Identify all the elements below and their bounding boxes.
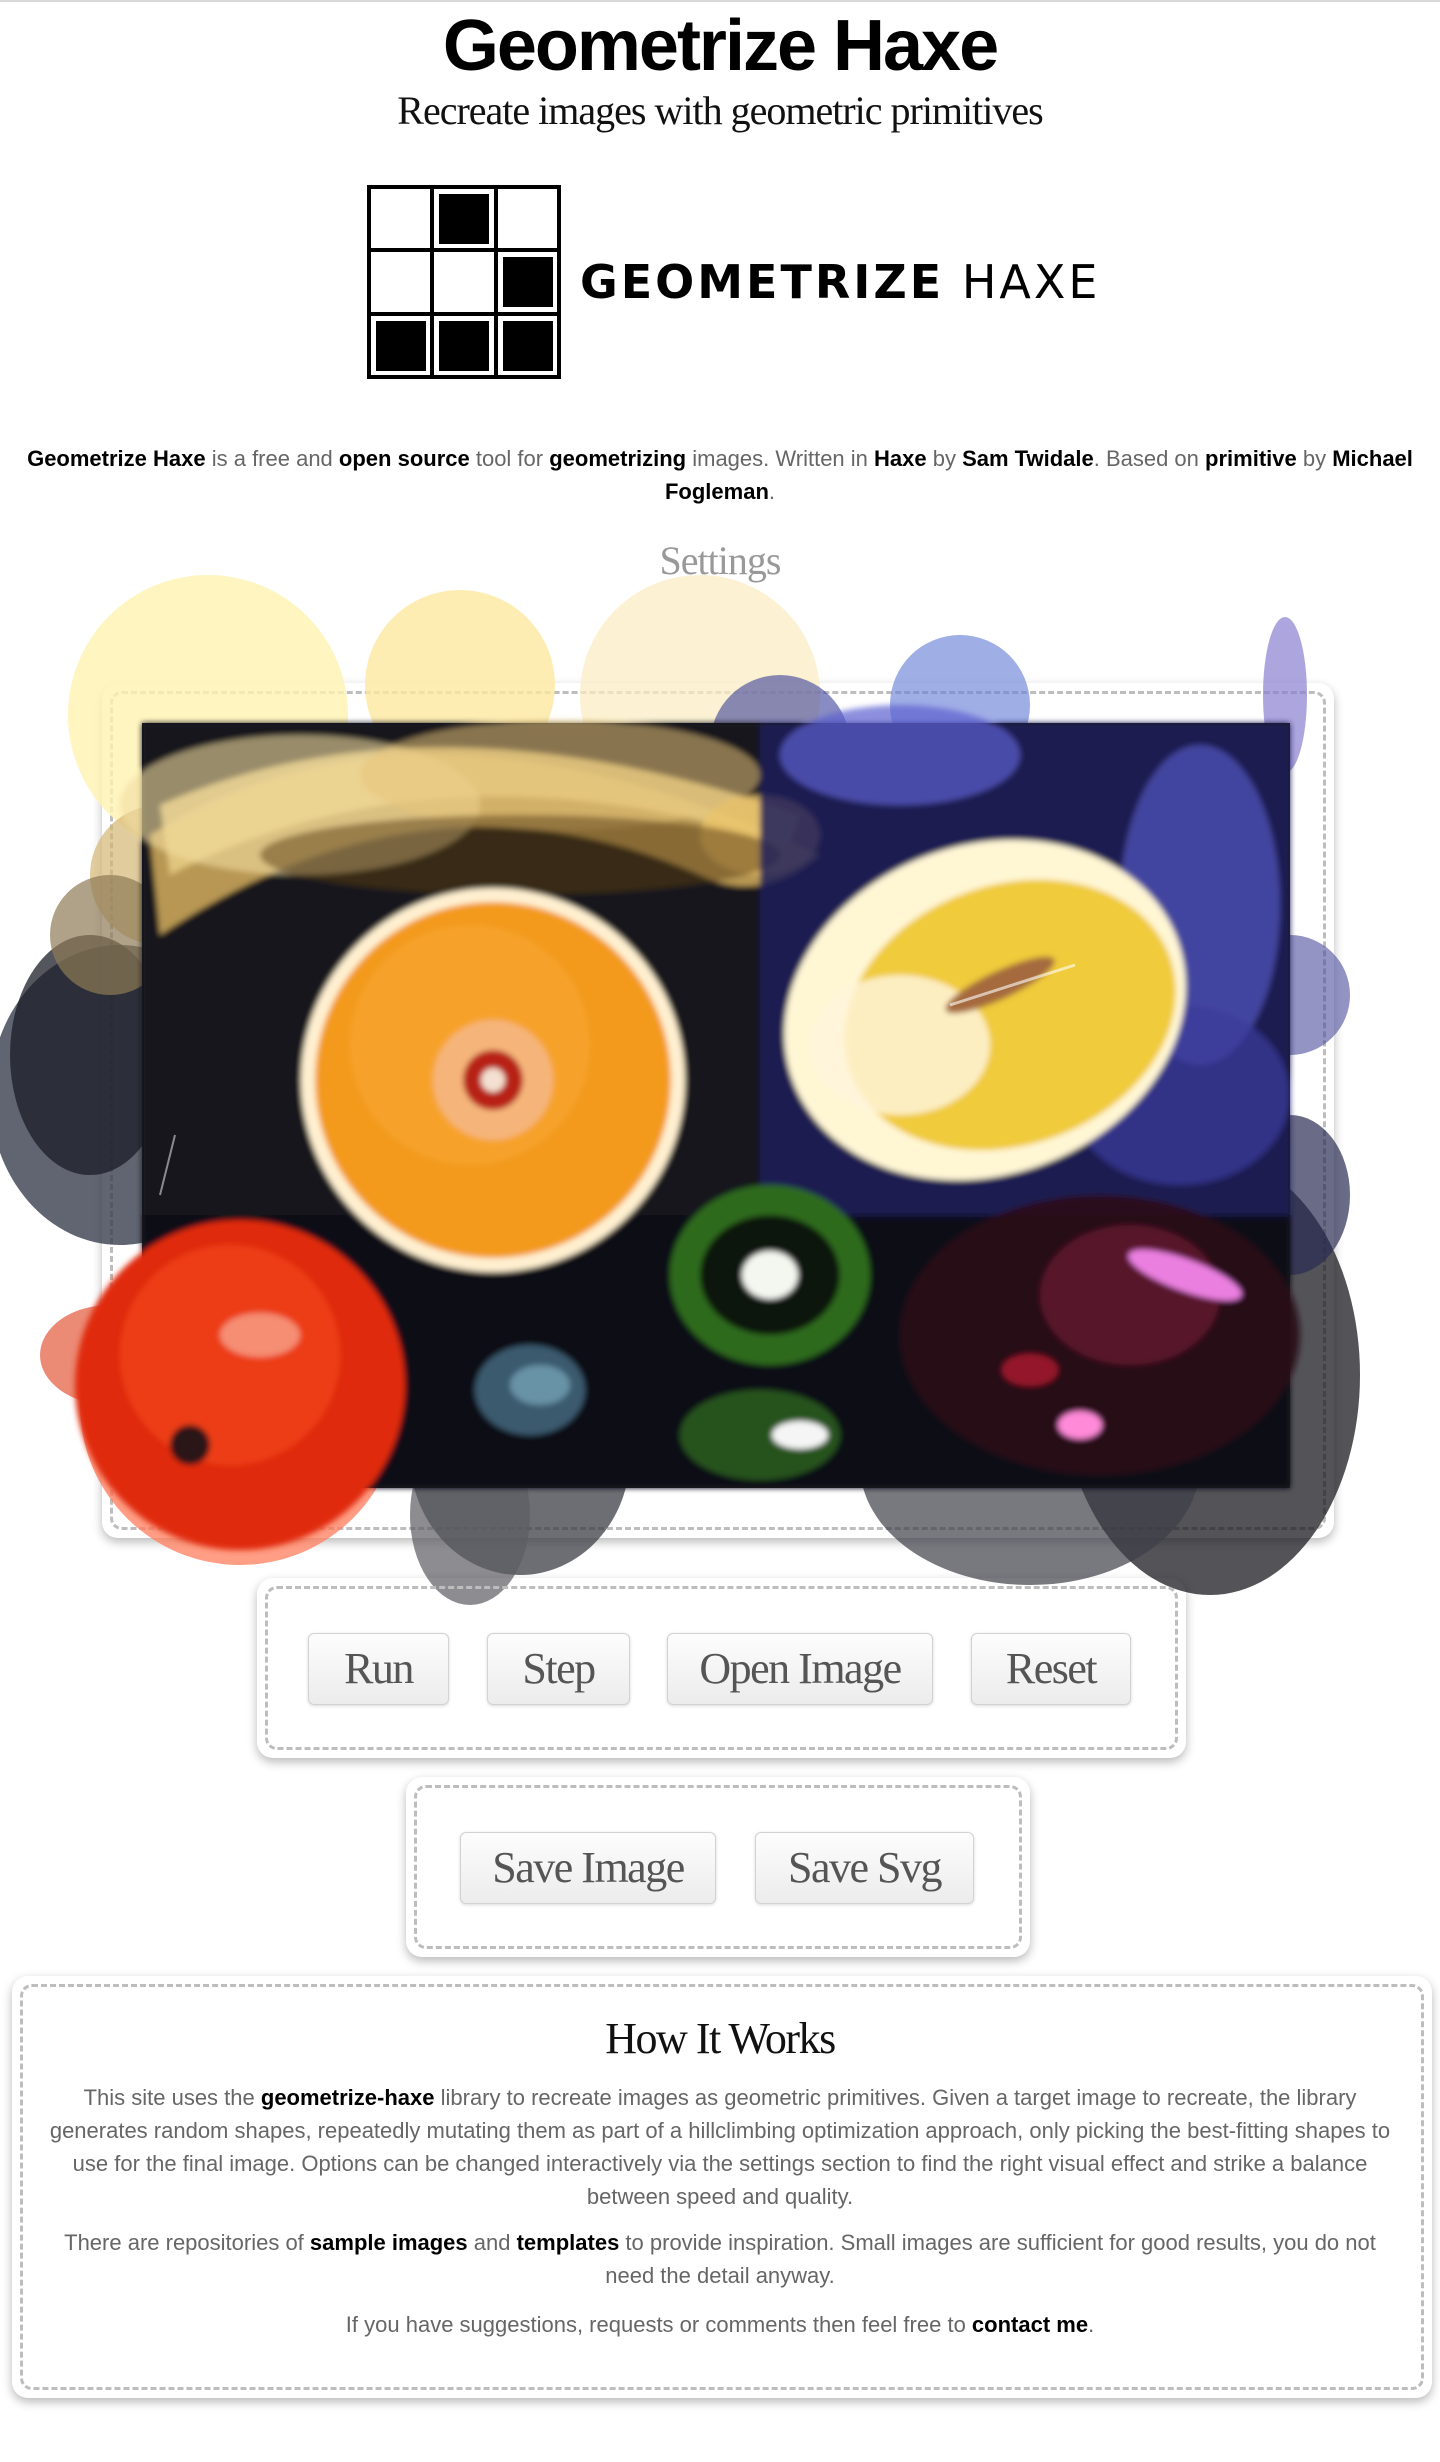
save-svg-button[interactable]: Save Svg — [755, 1832, 974, 1904]
page-title: Geometrize Haxe — [442, 6, 999, 86]
intro-name-link[interactable]: Geometrize Haxe — [27, 446, 206, 471]
step-button[interactable]: Step — [487, 1633, 630, 1705]
primitive-link[interactable]: primitive — [1205, 446, 1297, 471]
sample-images-link[interactable]: sample images — [310, 2230, 468, 2255]
author-link[interactable]: Sam Twidale — [962, 446, 1094, 471]
how-it-works-title: How It Works — [605, 2014, 836, 2063]
geometrized-canvas[interactable] — [0, 575, 1440, 1635]
haxe-link[interactable]: Haxe — [874, 446, 927, 471]
geometrize-haxe-link[interactable]: geometrize-haxe — [261, 2085, 435, 2110]
run-button[interactable]: Run — [308, 1633, 449, 1705]
save-image-button[interactable]: Save Image — [460, 1832, 716, 1904]
logo-wordmark: GEOMETRIZE HAXE — [580, 255, 1101, 309]
reset-button[interactable]: Reset — [971, 1633, 1131, 1705]
geometrizing-link[interactable]: geometrizing — [549, 446, 686, 471]
how-it-works-p3: If you have suggestions, requests or com… — [345, 2312, 1095, 2337]
top-border — [0, 0, 1440, 2]
intro-text: Geometrize Haxe is a free and open sourc… — [27, 446, 1413, 504]
contact-me-link[interactable]: contact me — [972, 2312, 1088, 2337]
open-image-button[interactable]: Open Image — [667, 1633, 933, 1705]
how-it-works-p2: There are repositories of sample images … — [64, 2230, 1376, 2288]
geometrize-logo-icon — [367, 185, 561, 379]
page-subtitle: Recreate images with geometric primitive… — [397, 88, 1043, 133]
templates-link[interactable]: templates — [517, 2230, 620, 2255]
open-source-link[interactable]: open source — [339, 446, 470, 471]
how-it-works-p1: This site uses the geometrize-haxe libra… — [49, 2085, 1391, 2209]
